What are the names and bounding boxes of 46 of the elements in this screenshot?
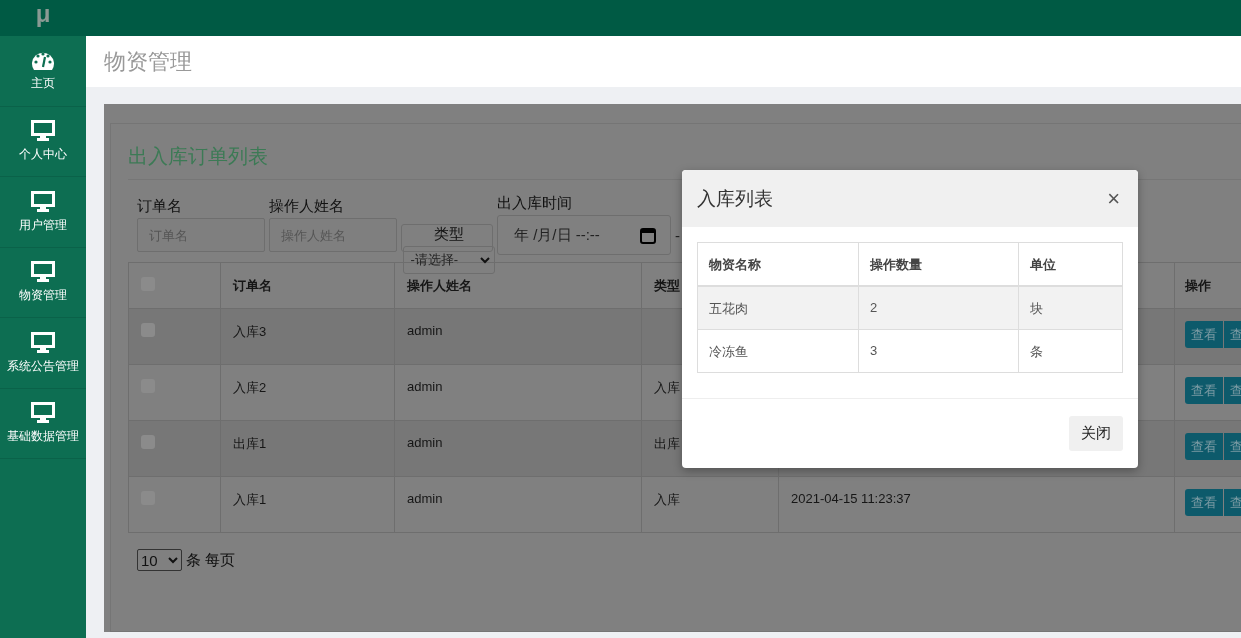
table-cell: admin <box>394 309 641 364</box>
filter-label: 操作人姓名 <box>269 197 344 216</box>
sidebar-item[interactable]: 物资管理 <box>0 247 86 318</box>
sidebar-item[interactable]: 系统公告管理 <box>0 318 86 389</box>
sidebar-item[interactable]: 用户管理 <box>0 177 86 248</box>
view-button[interactable]: 查看 <box>1185 489 1223 516</box>
monitor-icon <box>30 260 56 284</box>
table-cell: 出库 <box>654 436 680 451</box>
filter-label: 订单名 <box>137 197 182 216</box>
monitor-icon <box>30 401 56 425</box>
view-button[interactable]: 查看 <box>1185 377 1223 404</box>
monitor-icon <box>30 119 56 143</box>
page-size-label: 条 每页 <box>186 550 236 570</box>
sidebar-item[interactable]: 个人中心 <box>0 106 86 177</box>
monitor-icon <box>30 189 56 213</box>
filter-label: 出入库时间 <box>497 194 572 213</box>
range-separator: - <box>675 227 680 246</box>
sidebar-item[interactable]: 基础数据管理 <box>0 388 86 459</box>
table-cell: admin <box>394 477 641 532</box>
modal-title: 入库列表 <box>697 186 773 211</box>
page-size-dropdown[interactable]: 10 <box>137 549 182 571</box>
type-dropdown[interactable]: -请选择- <box>402 246 495 274</box>
close-button[interactable]: 关闭 <box>1069 416 1123 451</box>
monitor-icon <box>30 330 56 354</box>
table-cell: 入库 <box>654 380 680 395</box>
table-cell: 2 <box>858 287 1018 329</box>
view-button[interactable]: 查看 <box>1185 433 1223 460</box>
table-cell: 出库1 <box>220 421 394 476</box>
chevron-down-icon <box>168 556 178 564</box>
table-cell: 入库 <box>654 492 680 507</box>
calendar-icon <box>640 226 656 244</box>
table-cell: 入库1 <box>220 477 394 532</box>
view-button[interactable]: 查看 <box>1185 321 1223 348</box>
close-button[interactable]: × <box>1105 185 1122 212</box>
page-title: 物资管理 <box>104 47 192 76</box>
logo: μ <box>35 0 51 28</box>
table-cell: 块 <box>1018 287 1122 329</box>
filter-label: 类型 <box>433 225 464 244</box>
table-cell: 3 <box>858 330 1018 372</box>
table-cell: admin <box>394 421 641 476</box>
table-cell: 入库3 <box>220 309 394 364</box>
table-cell-text: 冷冻鱼 <box>708 343 749 361</box>
table-cell: 条 <box>1018 330 1122 372</box>
datetime-field[interactable]: 年 /月/日 --:-- <box>497 215 671 255</box>
chevron-down-icon <box>479 256 490 264</box>
table-cell: 2021-04-15 11:23:37 <box>791 491 911 506</box>
